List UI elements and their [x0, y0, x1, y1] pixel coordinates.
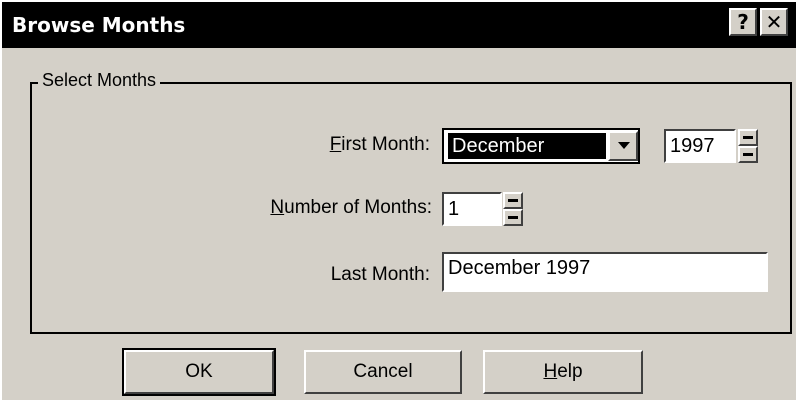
close-icon: ✕ — [765, 10, 783, 34]
spin-down-icon — [508, 216, 518, 219]
year-spin-down[interactable] — [738, 146, 758, 163]
months-spin-up[interactable] — [503, 192, 523, 209]
year-input[interactable]: 1997 — [664, 129, 736, 163]
year-spinner[interactable] — [738, 129, 758, 163]
help-icon: ? — [737, 10, 749, 34]
cancel-button[interactable]: Cancel — [304, 350, 462, 394]
last-month-field: December 1997 — [442, 252, 768, 292]
spin-down-icon — [743, 153, 753, 156]
window-title: Browse Months — [12, 13, 186, 37]
ok-button[interactable]: OK — [122, 348, 276, 396]
number-of-months-label: Number of Months: — [270, 197, 432, 218]
year-spin-up[interactable] — [738, 129, 758, 146]
spin-up-icon — [743, 136, 753, 139]
help-title-button[interactable]: ? — [729, 8, 757, 36]
months-spin-down[interactable] — [503, 209, 523, 226]
close-button[interactable]: ✕ — [760, 8, 788, 36]
first-month-value[interactable]: December — [448, 133, 606, 159]
number-of-months-value: 1 — [448, 197, 460, 220]
browse-months-dialog: Browse Months ? ✕ Select Months First Mo… — [0, 0, 796, 400]
last-month-value: December 1997 — [448, 257, 591, 279]
year-value: 1997 — [670, 134, 715, 157]
first-month-dropdown-button[interactable] — [608, 131, 638, 161]
first-month-label: First Month: — [329, 134, 430, 155]
spin-up-icon — [508, 199, 518, 202]
last-month-label: Last Month: — [330, 264, 430, 285]
help-button[interactable]: Help — [483, 350, 643, 394]
chevron-down-icon — [618, 142, 630, 149]
group-label: Select Months — [38, 70, 161, 91]
title-bar[interactable]: Browse Months ? ✕ — [2, 2, 796, 48]
number-of-months-spinner[interactable] — [503, 192, 523, 226]
number-of-months-input[interactable]: 1 — [442, 192, 502, 226]
